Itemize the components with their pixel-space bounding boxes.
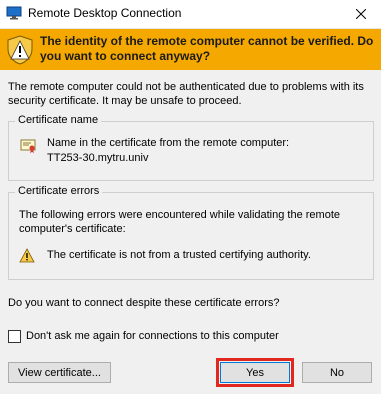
warning-banner: The identity of the remote computer cann… (0, 29, 381, 70)
certificate-errors-title: Certificate errors (15, 185, 103, 197)
title-bar: Remote Desktop Connection (0, 0, 381, 29)
dont-ask-row[interactable]: Don't ask me again for connections to th… (8, 329, 279, 343)
connect-question: Do you want to connect despite these cer… (8, 297, 280, 309)
certificate-icon (20, 138, 36, 154)
dont-ask-label[interactable]: Don't ask me again for connections to th… (26, 330, 279, 342)
close-icon (356, 9, 366, 19)
certificate-name-value: TT253-30.mytru.univ (47, 152, 149, 164)
certificate-name-title: Certificate name (15, 114, 102, 126)
certificate-error-item: The certificate is not from a trusted ce… (47, 249, 311, 261)
certificate-name-label: Name in the certificate from the remote … (47, 137, 290, 149)
no-button[interactable]: No (302, 362, 372, 383)
dont-ask-checkbox[interactable] (8, 329, 21, 343)
banner-message: The identity of the remote computer cann… (40, 34, 374, 63)
view-certificate-button[interactable]: View certificate... (8, 362, 111, 383)
certificate-errors-description: The following errors were encountered wh… (19, 209, 341, 235)
remote-desktop-icon (6, 6, 22, 20)
yes-button-highlight (216, 358, 294, 387)
intro-text: The remote computer could not be authent… (8, 81, 364, 107)
warning-icon (19, 248, 35, 263)
window-title: Remote Desktop Connection (28, 6, 182, 20)
certificate-name-group: Certificate name Name in the certificate… (8, 114, 374, 181)
warning-shield-icon (6, 35, 34, 65)
certificate-errors-group: Certificate errors The following errors … (8, 185, 374, 280)
close-button[interactable] (341, 0, 381, 28)
